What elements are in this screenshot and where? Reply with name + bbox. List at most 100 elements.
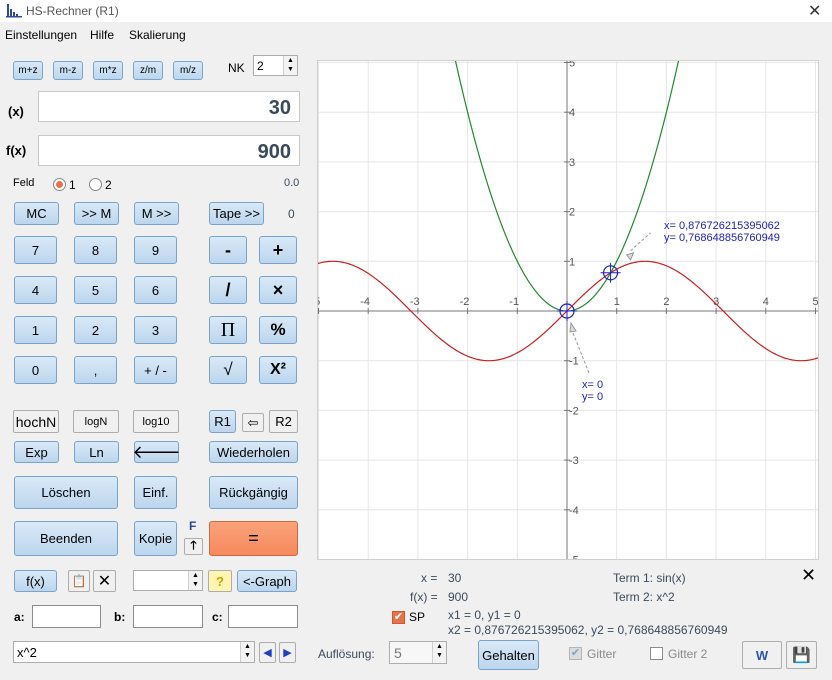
log10-button[interactable]: log 10 [133, 410, 179, 433]
next-formula-icon[interactable]: ▶ [279, 642, 296, 663]
y-tick-label: 2 [569, 207, 575, 219]
formula-input[interactable]: x^2 ▲ ▼ [13, 641, 255, 663]
gitter-checkbox[interactable]: ✔ [569, 647, 582, 660]
x-input[interactable]: 30 [38, 91, 300, 122]
window-close-icon[interactable]: ✕ [808, 1, 821, 21]
menu-skalierung[interactable]: Skalierung [129, 28, 186, 42]
feld-radio-2[interactable] [89, 178, 102, 191]
f-label: F [189, 519, 197, 533]
m-div-z-button[interactable]: m/z [173, 61, 203, 80]
y-tick-label: 4 [569, 107, 575, 119]
formula-value: x^2 [17, 645, 37, 660]
menu-einstellungen[interactable]: Einstellungen [5, 28, 77, 42]
sp-checkbox[interactable]: ✔ [392, 611, 405, 624]
from-memory-button[interactable]: M >> [134, 202, 179, 225]
backspace-arrow-icon[interactable]: 🡐 [132, 441, 181, 463]
key-pi[interactable]: Π [209, 316, 247, 344]
x-tick-label: 5 [813, 296, 819, 308]
mc-button[interactable]: MC [14, 202, 59, 225]
feld-option-1: 1 [69, 178, 76, 192]
close-info-icon[interactable]: ✕ [801, 565, 816, 586]
key-divide[interactable]: / [209, 276, 247, 304]
prev-formula-icon[interactable]: ◀ [259, 642, 276, 663]
key-5[interactable]: 5 [74, 276, 117, 304]
aufloesung-stepper[interactable]: 5 ▲ ▼ [389, 641, 447, 664]
key-0[interactable]: 0 [14, 356, 57, 384]
nk-stepper[interactable]: 2 ▲ ▼ [253, 55, 298, 76]
hochn-button[interactable]: hochN [13, 410, 59, 433]
swap-arrow-icon[interactable]: ⇦ [242, 413, 264, 432]
key-minus[interactable]: - [209, 236, 247, 264]
formula-spin-buttons[interactable]: ▲ ▼ [240, 642, 254, 662]
key-sign[interactable]: + / - [134, 356, 177, 384]
aufloesung-label: Auflösung: [318, 647, 375, 661]
key-4[interactable]: 4 [14, 276, 57, 304]
b-label: b: [114, 610, 126, 624]
mem-mul-button[interactable]: m*z [93, 61, 123, 80]
key-1[interactable]: 1 [14, 316, 57, 344]
app-icon [6, 4, 22, 18]
function-dropdown[interactable]: ▲ ▼ [133, 570, 203, 591]
aufloesung-spin-buttons[interactable]: ▲ ▼ [432, 642, 446, 663]
feld-value: 0.0 [284, 177, 300, 189]
info-x-value: 30 [448, 571, 462, 585]
rueckgaengig-button[interactable]: Rückgängig [209, 476, 298, 509]
fx-button[interactable]: f(x) [14, 570, 57, 592]
exp-button[interactable]: Exp [14, 441, 59, 463]
key-comma[interactable]: , [74, 356, 117, 384]
annotation-arrow [625, 252, 635, 261]
to-memory-button[interactable]: >> M [74, 202, 119, 225]
window-title: HS-Rechner (R1) [26, 4, 119, 18]
f-up-arrow-icon[interactable]: 🡑 [184, 538, 203, 555]
gehalten-button[interactable]: Gehalten [478, 640, 539, 670]
feld-radio-1[interactable] [53, 178, 66, 191]
key-7[interactable]: 7 [14, 236, 57, 264]
beenden-button[interactable]: Beenden [14, 521, 118, 556]
ln-button[interactable]: Ln [74, 441, 119, 463]
loeschen-button[interactable]: Löschen [14, 476, 118, 509]
c-input[interactable] [228, 605, 298, 628]
to-graph-button[interactable]: <-Graph [237, 570, 297, 592]
gitter2-label: Gitter 2 [668, 647, 708, 661]
fx-label: f(x) [6, 143, 27, 158]
kopie-button[interactable]: Kopie [134, 521, 177, 556]
key-plus[interactable]: + [259, 236, 297, 264]
nk-spin-buttons[interactable]: ▲ ▼ [283, 56, 297, 75]
key-8[interactable]: 8 [74, 236, 117, 264]
b-input[interactable] [133, 605, 203, 628]
y-tick-label: 3 [569, 157, 575, 169]
clear-x-icon[interactable]: ✕ [93, 570, 116, 592]
r2-button[interactable]: R2 [269, 410, 298, 433]
z-div-m-button[interactable]: z/m [133, 61, 163, 80]
key-percent[interactable]: % [259, 316, 297, 344]
paste-icon[interactable]: 📋 [68, 570, 90, 592]
a-input[interactable] [32, 605, 101, 628]
graph-canvas[interactable]: -5-4-3-2-11234554321-1-2-3-4-5x= 0,87672… [318, 61, 818, 559]
key-multiply[interactable]: × [259, 276, 297, 304]
x-tick-label: 4 [763, 296, 769, 308]
equals-button[interactable]: = [209, 521, 298, 556]
menu-hilfe[interactable]: Hilfe [90, 28, 114, 42]
help-icon[interactable]: ? [208, 570, 232, 592]
graph-panel[interactable]: -5-4-3-2-11234554321-1-2-3-4-5x= 0,87672… [317, 60, 819, 560]
mem-add-button[interactable]: m+z [13, 61, 43, 80]
r1-button[interactable]: R1 [209, 410, 236, 433]
key-6[interactable]: 6 [134, 276, 177, 304]
word-export-icon[interactable]: W [742, 641, 782, 669]
wiederholen-button[interactable]: Wiederholen [209, 441, 298, 463]
log-n-button[interactable]: log N [73, 410, 119, 433]
key-square[interactable]: X² [259, 356, 297, 384]
function-spin-buttons[interactable]: ▲ ▼ [188, 571, 202, 590]
fx-output: 900 [38, 135, 300, 166]
einf-button[interactable]: Einf. [134, 476, 177, 509]
info-x-label: x = [421, 571, 438, 585]
mem-sub-button[interactable]: m-z [53, 61, 83, 80]
x-tick-label: -1 [509, 296, 519, 308]
gitter2-checkbox[interactable] [650, 647, 663, 660]
key-2[interactable]: 2 [74, 316, 117, 344]
key-sqrt[interactable]: √ [209, 356, 247, 384]
save-icon[interactable]: 💾 [786, 641, 817, 669]
key-3[interactable]: 3 [134, 316, 177, 344]
tape-button[interactable]: Tape >> [209, 202, 264, 225]
key-9[interactable]: 9 [134, 236, 177, 264]
